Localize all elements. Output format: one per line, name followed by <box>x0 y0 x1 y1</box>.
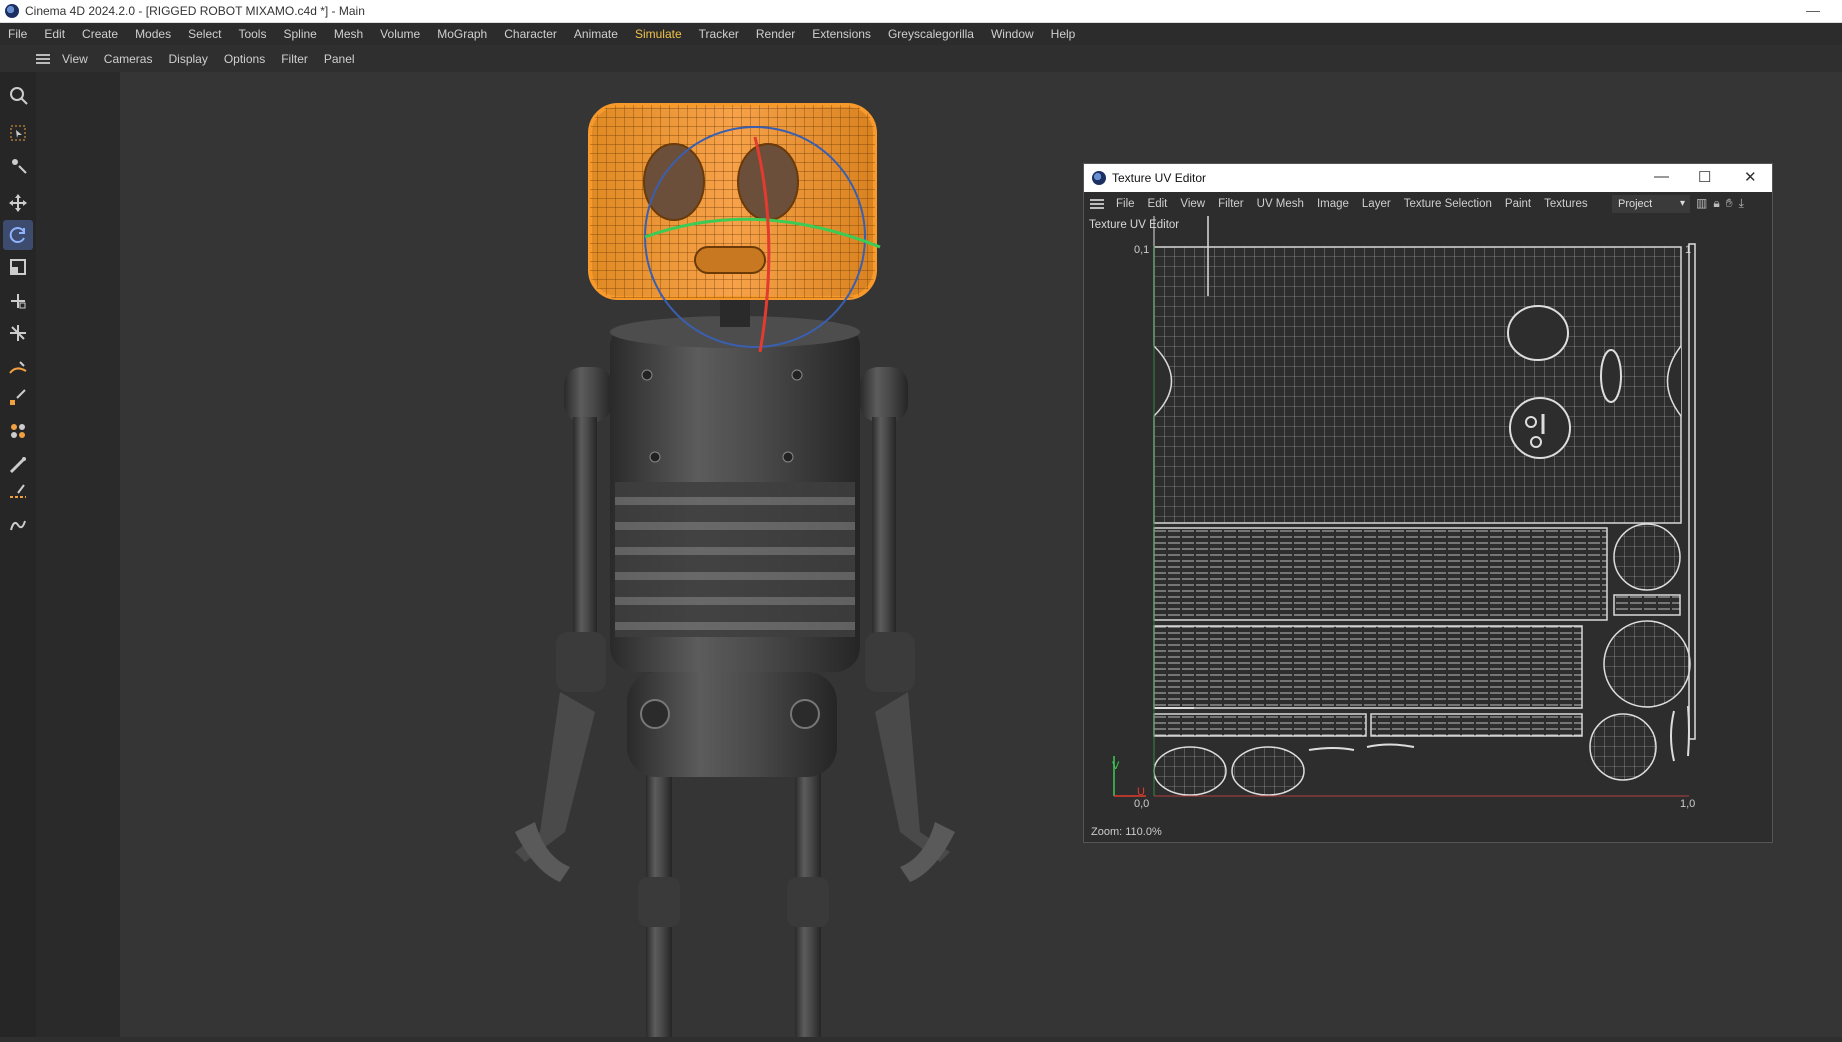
uv-maximize-button[interactable]: ☐ <box>1698 168 1711 186</box>
uv-hamburger-icon[interactable] <box>1090 199 1104 209</box>
menu-tracker[interactable]: Tracker <box>699 27 739 41</box>
generators-icon[interactable] <box>3 416 33 446</box>
spline-pen-icon[interactable] <box>3 354 33 384</box>
hand-icon[interactable]: ✋︎ <box>1726 196 1733 211</box>
spline-smooth-icon[interactable] <box>3 510 33 540</box>
multi-snap-icon[interactable] <box>3 318 33 348</box>
transform-icon[interactable] <box>3 286 33 316</box>
texture-uv-editor-window[interactable]: Texture UV Editor — ☐ ✕ File Edit View Filt… <box>1083 163 1773 843</box>
menu-mograph[interactable]: MoGraph <box>437 27 487 41</box>
uv-menu-texture-selection[interactable]: Texture Selection <box>1404 198 1492 210</box>
viewport-menu-panel[interactable]: Panel <box>324 52 355 66</box>
robot-torso <box>610 297 860 672</box>
uv-menu-image[interactable]: Image <box>1317 198 1349 210</box>
viewport-menu-options[interactable]: Options <box>224 52 265 66</box>
cinema4d-logo-icon <box>1092 171 1106 185</box>
live-selection-icon[interactable] <box>3 118 33 148</box>
uv-menu-paint[interactable]: Paint <box>1505 198 1531 210</box>
viewport-menu-view[interactable]: View <box>62 52 88 66</box>
menu-window[interactable]: Window <box>991 27 1034 41</box>
project-dropdown[interactable]: Project <box>1612 195 1690 213</box>
scale-icon[interactable] <box>3 252 33 282</box>
viewport-menu-display[interactable]: Display <box>168 52 207 66</box>
robot-pelvis <box>627 672 837 777</box>
uv-menu-uv-mesh[interactable]: UV Mesh <box>1257 198 1304 210</box>
menu-edit[interactable]: Edit <box>44 27 65 41</box>
menu-spline[interactable]: Spline <box>283 27 316 41</box>
paint-pen-icon[interactable] <box>3 382 33 412</box>
menu-help[interactable]: Help <box>1051 27 1076 41</box>
uv-menu-view[interactable]: View <box>1180 198 1205 210</box>
menu-select[interactable]: Select <box>188 27 221 41</box>
uv-menu-edit[interactable]: Edit <box>1148 198 1168 210</box>
menu-simulate[interactable]: Simulate <box>635 27 682 41</box>
robot-legs <box>638 767 829 1037</box>
menu-tools[interactable]: Tools <box>238 27 266 41</box>
model-tools-icon[interactable] <box>3 150 33 180</box>
tool-palette <box>0 72 36 1037</box>
menu-extensions[interactable]: Extensions <box>812 27 871 41</box>
rotate-icon[interactable] <box>3 220 33 250</box>
viewport-hamburger-icon[interactable] <box>36 54 50 64</box>
menu-modes[interactable]: Modes <box>135 27 171 41</box>
cinema4d-logo-icon <box>5 4 19 18</box>
uv-menu-layer[interactable]: Layer <box>1362 198 1391 210</box>
histogram-icon[interactable]: ▥ <box>1696 196 1707 211</box>
menu-mesh[interactable]: Mesh <box>334 27 363 41</box>
window-titlebar: Cinema 4D 2024.2.0 - [RIGGED ROBOT MIXAM… <box>0 0 1842 23</box>
uv-minimize-button[interactable]: — <box>1654 168 1669 185</box>
search-icon[interactable] <box>3 80 33 110</box>
window-title: Cinema 4D 2024.2.0 - [RIGGED ROBOT MIXAM… <box>25 4 365 18</box>
move-icon[interactable] <box>3 188 33 218</box>
uv-toolbar-icons: ▥ 🔒︎ ✋︎ ⤓ <box>1696 196 1744 211</box>
viewport-side-strip <box>36 72 120 1037</box>
menu-animate[interactable]: Animate <box>574 27 618 41</box>
menu-character[interactable]: Character <box>504 27 557 41</box>
viewport-menubar: View Cameras Display Options Filter Panel <box>36 48 371 70</box>
menu-greyscalegorilla[interactable]: Greyscalegorilla <box>888 27 974 41</box>
uv-editor-menubar: File Edit View Filter UV Mesh Image Layer Textu… <box>1084 192 1772 216</box>
pin-icon[interactable]: ⤓ <box>1739 196 1744 211</box>
uv-close-button[interactable]: ✕ <box>1744 168 1757 186</box>
uv-canvas[interactable] <box>1084 216 1774 816</box>
viewport-menu-cameras[interactable]: Cameras <box>104 52 153 66</box>
uv-menu-filter[interactable]: Filter <box>1218 198 1244 210</box>
lock-icon[interactable]: 🔒︎ <box>1713 196 1719 211</box>
sketch-icon[interactable] <box>3 476 33 506</box>
zoom-readout: Zoom: 110.0% <box>1091 826 1162 838</box>
uv-editor-title: Texture UV Editor <box>1112 171 1207 185</box>
uv-menu-textures[interactable]: Textures <box>1544 198 1587 210</box>
minimize-button[interactable]: — <box>1806 2 1820 18</box>
menu-create[interactable]: Create <box>82 27 118 41</box>
main-menubar: File Edit Create Modes Select Tools Spline Mesh… <box>0 23 1842 45</box>
menu-volume[interactable]: Volume <box>380 27 420 41</box>
uv-menu-file[interactable]: File <box>1116 198 1135 210</box>
uv-editor-titlebar[interactable]: Texture UV Editor — ☐ ✕ <box>1084 164 1772 192</box>
menu-render[interactable]: Render <box>756 27 795 41</box>
viewport-menu-filter[interactable]: Filter <box>281 52 308 66</box>
menu-file[interactable]: File <box>8 27 27 41</box>
